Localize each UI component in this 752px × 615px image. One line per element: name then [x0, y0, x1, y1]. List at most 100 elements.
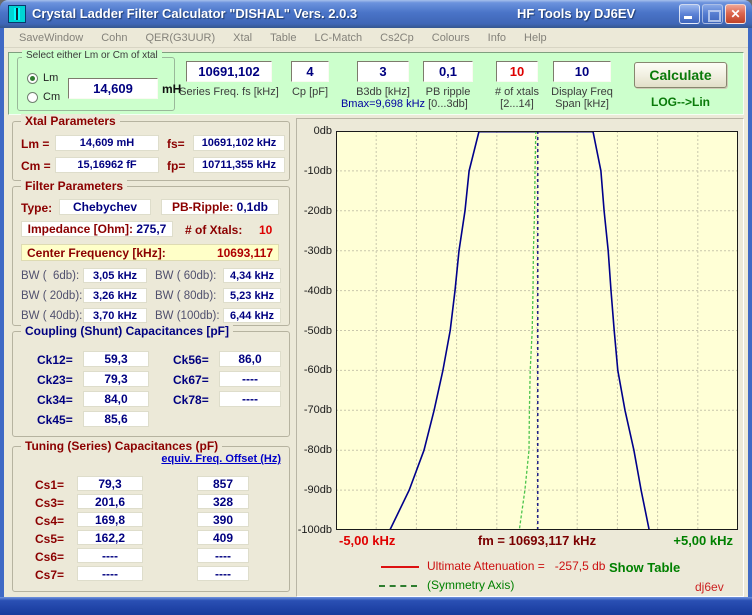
window-bottom-frame [0, 597, 752, 615]
ck67-value: ---- [219, 371, 281, 387]
bw-100db-label: BW (100db): [155, 310, 220, 322]
cs6-value: ---- [77, 548, 143, 563]
y-axis-tick: -100db [297, 524, 332, 536]
radio-lm[interactable] [27, 73, 38, 84]
pb-ripple-display: PB-Ripple: 0,1db [161, 199, 279, 215]
menu-bar: SaveWindow Cohn QER(G3UUR) Xtal Table LC… [4, 28, 748, 48]
y-axis-tick: -70db [297, 404, 332, 416]
display-span-input[interactable]: 10 [553, 61, 611, 82]
series-freq-input[interactable]: 10691,102 [186, 61, 272, 82]
menu-info[interactable]: Info [479, 32, 515, 44]
bw-60db-value: 4,34 kHz [223, 268, 281, 283]
display-span-unit-label: Span [kHz] [533, 98, 631, 110]
menu-table[interactable]: Table [261, 32, 305, 44]
symmetry-axis-legend: (Symmetry Axis) [427, 578, 514, 592]
show-table-button[interactable]: Show Table [609, 560, 680, 575]
b3db-input[interactable]: 3 [357, 61, 409, 82]
cs5-offset: 409 [197, 530, 249, 545]
filter-parameters-title: Filter Parameters [21, 179, 127, 193]
lm-cm-select-group: Select either Lm or Cm of xtal Lm Cm 14,… [17, 57, 175, 111]
ck23-label: Ck23= [37, 373, 73, 387]
lm-value: 14,609 mH [55, 135, 159, 151]
bw-40db-label: BW ( 40db): [21, 310, 82, 322]
fs-value: 10691,102 kHz [193, 135, 285, 151]
input-panel: Select either Lm or Cm of xtal Lm Cm 14,… [8, 52, 744, 115]
brand-text: HF Tools by DJ6EV [517, 6, 635, 21]
select-group-title: Select either Lm or Cm of xtal [22, 50, 162, 61]
ultimate-attenuation-line-sample [381, 566, 419, 568]
impedance-value: 275,7 [136, 222, 166, 236]
center-frequency-strip: Center Frequency [kHz]: 10693,117 [21, 244, 279, 261]
cs4-label: Cs4= [35, 514, 64, 528]
num-xtals-input[interactable]: 10 [496, 61, 538, 82]
menu-cs2cp[interactable]: Cs2Cp [371, 32, 423, 44]
bw-20db-label: BW ( 20db): [21, 290, 82, 302]
menu-xtal[interactable]: Xtal [224, 32, 261, 44]
author-credit: dj6ev [695, 580, 724, 594]
title-bar: Crystal Ladder Filter Calculator "DISHAL… [0, 0, 752, 28]
menu-qer[interactable]: QER(G3UUR) [137, 32, 225, 44]
x-axis-left-label: -5,00 kHz [339, 533, 395, 548]
ck45-value: 85,6 [83, 411, 149, 427]
y-axis-tick: -40db [297, 285, 332, 297]
ck56-label: Ck56= [173, 353, 209, 367]
equiv-freq-offset-link[interactable]: equiv. Freq. Offset (Hz) [161, 453, 281, 465]
xtal-parameters-title: Xtal Parameters [21, 114, 120, 128]
fs-label: fs= [167, 137, 185, 151]
filter-parameters-group: Filter Parameters Type: Chebychev PB-Rip… [12, 186, 290, 326]
close-button[interactable]: ✕ [725, 4, 746, 24]
ck23-value: 79,3 [83, 371, 149, 387]
pb-ripple-input[interactable]: 0,1 [423, 61, 473, 82]
cm-value: 15,16962 fF [55, 157, 159, 173]
type-label: Type: [21, 201, 52, 215]
radio-row-cm: Cm [27, 91, 60, 103]
lm-label: Lm = [21, 137, 49, 151]
cs7-label: Cs7= [35, 568, 64, 582]
cs5-label: Cs5= [35, 532, 64, 546]
bw-100db-value: 6,44 kHz [223, 308, 281, 323]
coupling-title: Coupling (Shunt) Capacitances [pF] [21, 324, 233, 338]
radio-cm[interactable] [27, 92, 38, 103]
cs3-label: Cs3= [35, 496, 64, 510]
bw-6db-label: BW ( 6db): [21, 270, 79, 282]
cs4-offset: 390 [197, 512, 249, 527]
menu-colours[interactable]: Colours [423, 32, 479, 44]
y-axis-tick: -90db [297, 484, 332, 496]
xtals-count-label: # of Xtals: [185, 223, 242, 237]
radio-lm-label: Lm [43, 72, 58, 84]
y-axis-tick: -60db [297, 364, 332, 376]
display-span-field: 10 Display Freq Span [kHz] [533, 61, 631, 110]
log-lin-toggle[interactable]: LOG-->Lin [634, 95, 727, 109]
bw-40db-value: 3,70 kHz [83, 308, 147, 323]
pb-ripple-display-value: 0,1db [237, 200, 268, 214]
y-axis-tick: -30db [297, 245, 332, 257]
cp-input[interactable]: 4 [291, 61, 329, 82]
menu-help[interactable]: Help [515, 32, 556, 44]
ck78-value: ---- [219, 391, 281, 407]
calculate-button[interactable]: Calculate [634, 62, 727, 88]
menu-savewindow[interactable]: SaveWindow [10, 32, 92, 44]
y-axis-tick: 0db [297, 125, 332, 137]
bw-60db-label: BW ( 60db): [155, 270, 216, 282]
ck67-label: Ck67= [173, 373, 209, 387]
ck56-value: 86,0 [219, 351, 281, 367]
cs1-value: 79,3 [77, 476, 143, 491]
menu-cohn[interactable]: Cohn [92, 32, 136, 44]
attenuation-plot [336, 131, 738, 530]
maximize-button[interactable] [702, 4, 723, 24]
app-icon [8, 5, 26, 23]
impedance-display: Impedance [Ohm]: 275,7 [21, 221, 173, 237]
minimize-button[interactable] [679, 4, 700, 24]
menu-lc-match[interactable]: LC-Match [305, 32, 371, 44]
cs7-offset: ---- [197, 566, 249, 581]
tuning-capacitances-group: Tuning (Series) Capacitances (pF) equiv.… [12, 446, 290, 592]
cs6-offset: ---- [197, 548, 249, 563]
window-title: Crystal Ladder Filter Calculator "DISHAL… [32, 6, 357, 21]
pb-ripple-display-label: PB-Ripple: [172, 200, 233, 214]
y-axis-tick: -20db [297, 205, 332, 217]
cm-label: Cm = [21, 159, 51, 173]
y-axis-tick: -10db [297, 165, 332, 177]
lm-value-input[interactable]: 14,609 [68, 78, 158, 99]
impedance-label: Impedance [Ohm]: [28, 222, 133, 236]
bw-80db-value: 5,23 kHz [223, 288, 281, 303]
